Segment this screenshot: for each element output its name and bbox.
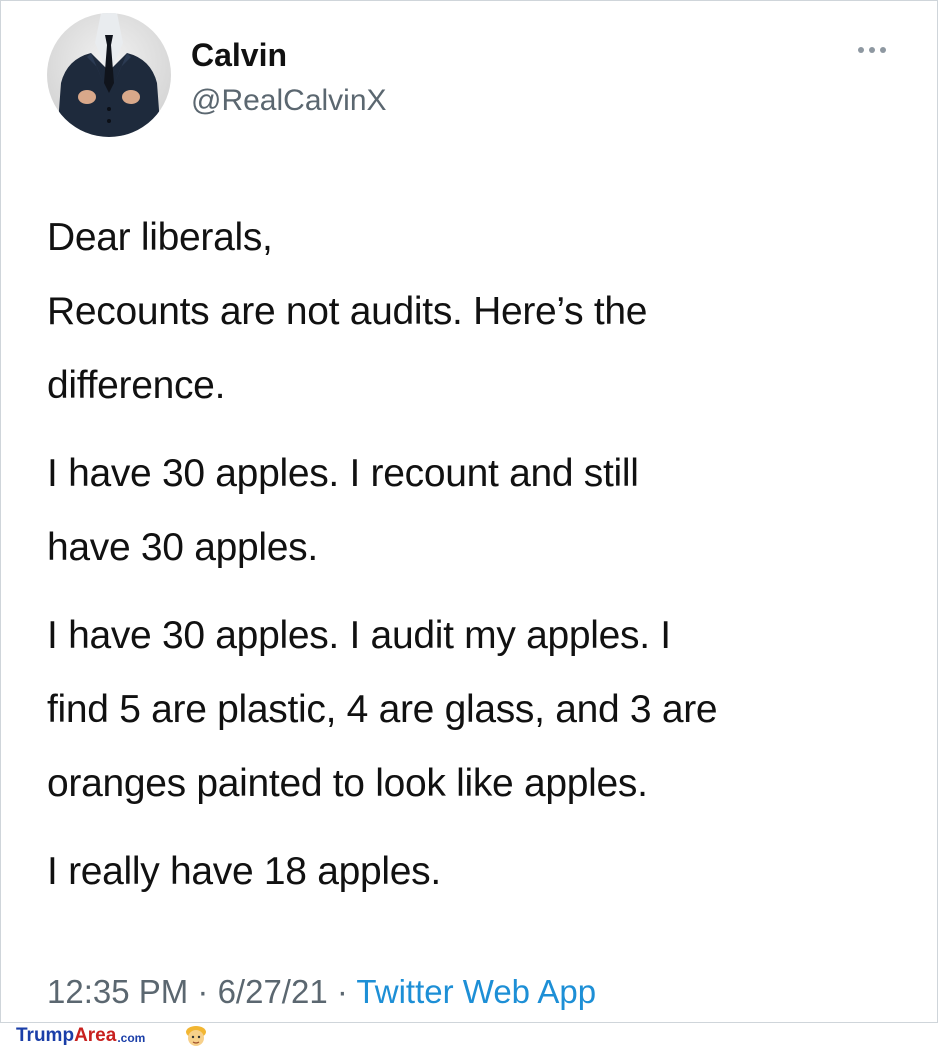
tweet-paragraph: I really have 18 apples. xyxy=(47,850,441,893)
tweet-paragraph: Dear liberals, Recounts are not audits. … xyxy=(47,216,648,407)
tweet-paragraph: I have 30 apples. I recount and still ha… xyxy=(47,452,639,569)
watermark-logo-icon xyxy=(183,1022,209,1048)
avatar-image xyxy=(47,13,171,137)
avatar[interactable] xyxy=(47,13,171,137)
tweet-date[interactable]: 6/27/21 xyxy=(218,973,328,1010)
tweet-paragraph: I have 30 apples. I audit my apples. I f… xyxy=(47,614,718,805)
watermark-part-2: Area xyxy=(74,1025,117,1046)
tweet-time[interactable]: 12:35 PM xyxy=(47,973,188,1010)
more-options-button[interactable] xyxy=(847,35,897,65)
author-display-name[interactable]: Calvin xyxy=(191,35,287,75)
more-horizontal-icon xyxy=(858,47,886,53)
tweet-metadata: 12:35 PM · 6/27/21 · Twitter Web App xyxy=(47,967,596,1017)
tweet-text: Dear liberals, Recounts are not audits. … xyxy=(47,201,927,909)
meta-separator: · xyxy=(327,973,357,1010)
tweet-card: Calvin @RealCalvinX Dear liberals, Recou… xyxy=(0,0,938,1023)
meta-separator: · xyxy=(188,973,218,1010)
tweet-source-link[interactable]: Twitter Web App xyxy=(356,973,596,1010)
site-watermark: Trump Area .com xyxy=(16,1025,145,1047)
watermark-part-1: Trump xyxy=(16,1025,75,1046)
author-handle[interactable]: @RealCalvinX xyxy=(191,81,387,121)
watermark-part-3: .com xyxy=(117,1031,146,1045)
